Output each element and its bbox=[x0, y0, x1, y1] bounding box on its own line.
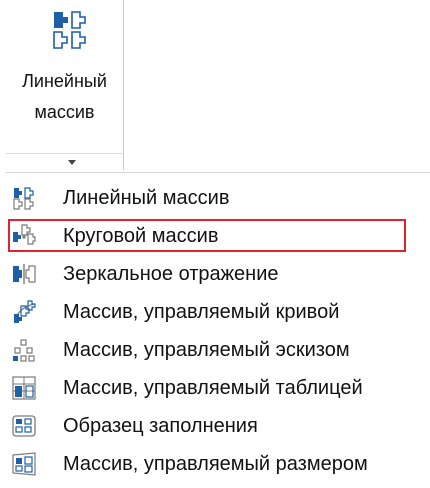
fill-pattern-icon bbox=[12, 414, 36, 438]
ribbon-button-label: Линейный массив bbox=[6, 66, 123, 128]
ribbon-label-line2: массив bbox=[34, 102, 95, 122]
menu-item-label: Массив, управляемый кривой bbox=[63, 301, 340, 323]
menu-item-curve-driven-pattern[interactable]: Массив, управляемый кривой bbox=[6, 293, 430, 331]
pattern-dropdown-toggle[interactable] bbox=[6, 153, 124, 170]
linear-pattern-ribbon-button[interactable]: Линейный массив bbox=[6, 0, 124, 163]
menu-item-sketch-driven-pattern[interactable]: Массив, управляемый эскизом bbox=[6, 331, 430, 369]
linear-pattern-icon bbox=[12, 186, 36, 210]
menu-item-fill-pattern[interactable]: Образец заполнения bbox=[6, 407, 430, 445]
pattern-menu: Линейный массив Круговой массив Зеркальн… bbox=[6, 172, 430, 488]
menu-item-label: Зеркальное отражение bbox=[63, 263, 279, 285]
menu-item-label: Линейный массив bbox=[63, 187, 230, 209]
menu-item-mirror[interactable]: Зеркальное отражение bbox=[6, 255, 430, 293]
sketch-driven-pattern-icon bbox=[12, 338, 36, 362]
variable-pattern-icon bbox=[12, 452, 36, 476]
menu-item-label: Массив, управляемый размером bbox=[63, 453, 368, 475]
curve-driven-pattern-icon bbox=[12, 300, 36, 324]
menu-item-label: Круговой массив bbox=[63, 225, 219, 247]
menu-item-linear-pattern[interactable]: Линейный массив bbox=[6, 179, 430, 217]
menu-item-variable-pattern[interactable]: Массив, управляемый размером bbox=[6, 445, 430, 483]
table-driven-pattern-icon bbox=[12, 376, 36, 400]
menu-item-label: Массив, управляемый таблицей bbox=[63, 377, 363, 399]
ribbon-label-line1: Линейный bbox=[22, 71, 107, 91]
mirror-icon bbox=[12, 262, 36, 286]
menu-item-table-driven-pattern[interactable]: Массив, управляемый таблицей bbox=[6, 369, 430, 407]
chevron-down-icon bbox=[68, 160, 76, 165]
linear-pattern-icon bbox=[52, 10, 88, 50]
menu-item-circular-pattern[interactable]: Круговой массив bbox=[6, 217, 430, 255]
menu-item-label: Массив, управляемый эскизом bbox=[63, 339, 350, 361]
menu-item-label: Образец заполнения bbox=[63, 415, 258, 437]
circular-pattern-icon bbox=[12, 224, 36, 248]
pattern-panel: Линейный массив Линейный массив Круговой… bbox=[0, 0, 430, 488]
